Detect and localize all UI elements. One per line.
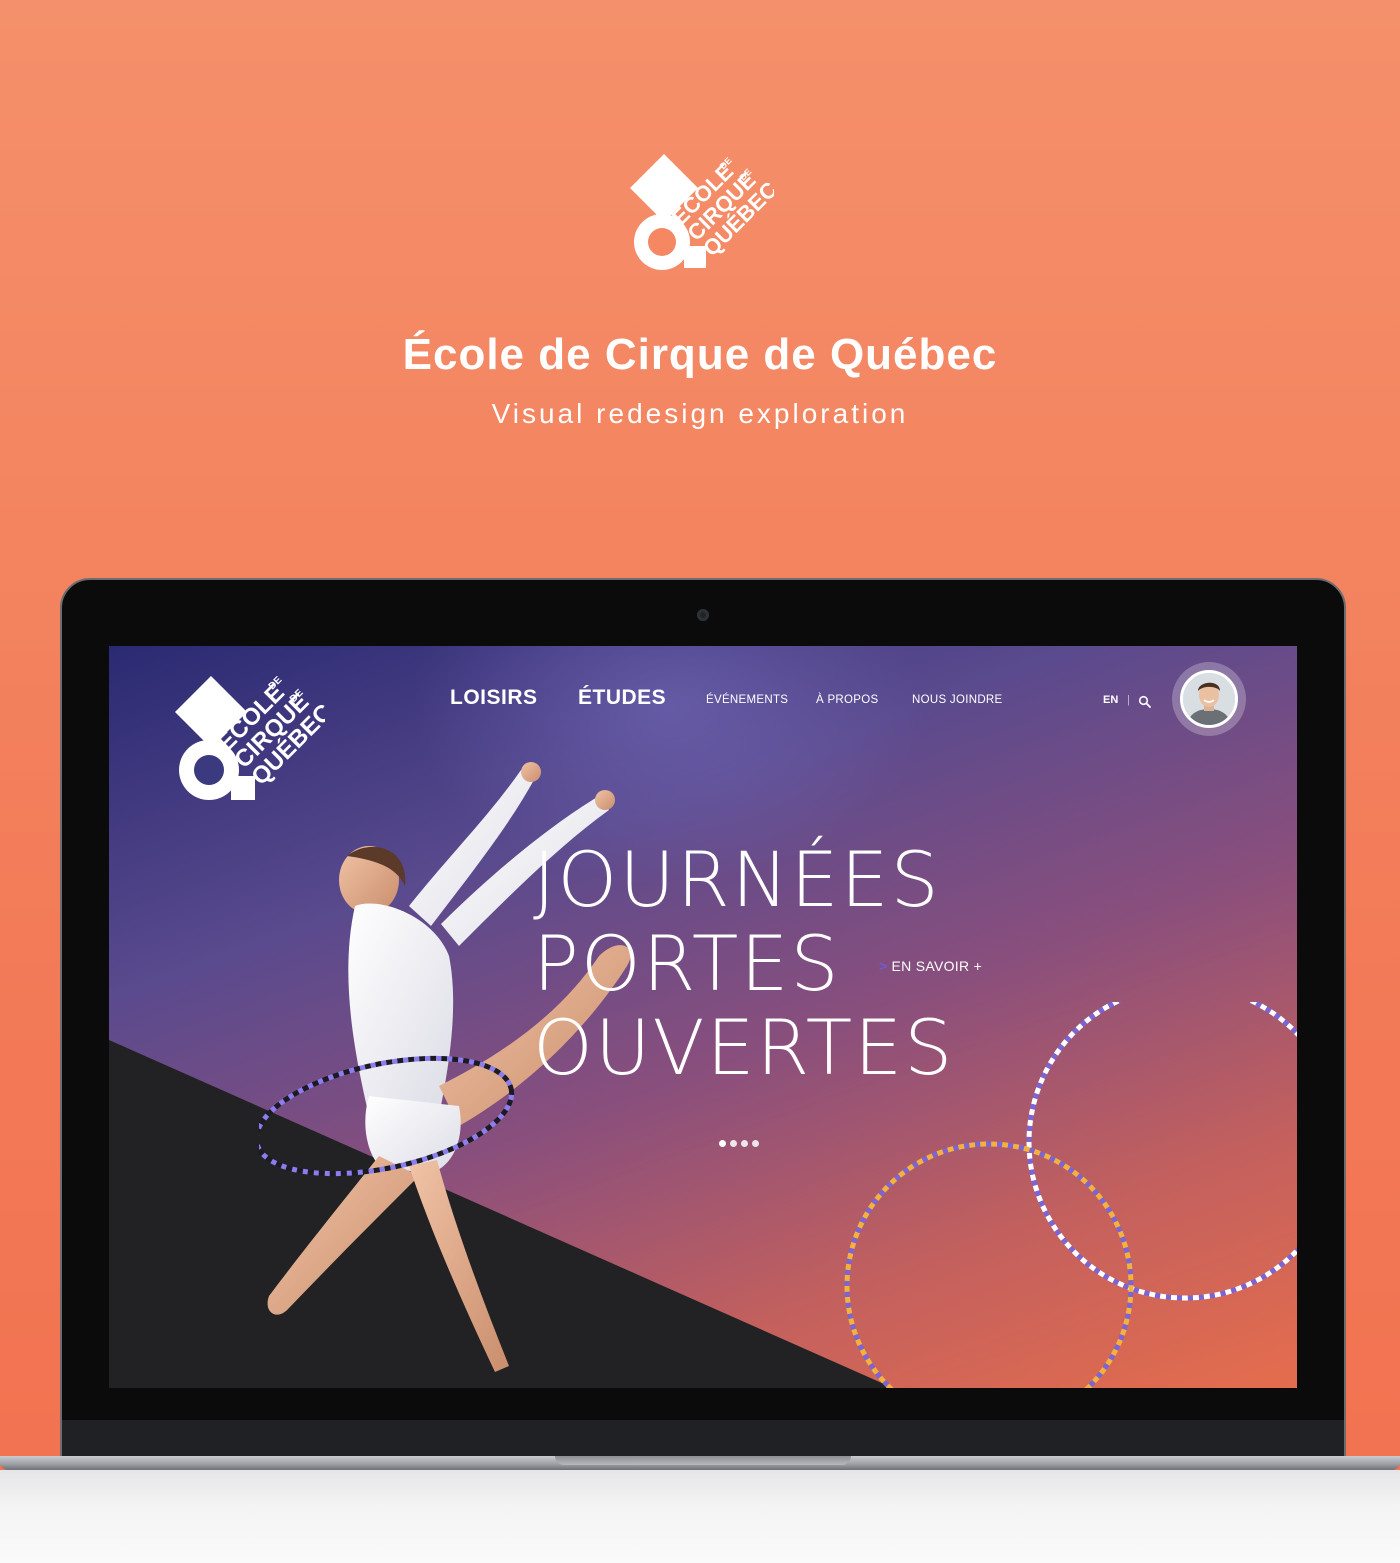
floor [0, 1470, 1400, 1563]
camera-icon [697, 609, 709, 621]
language-toggle[interactable]: EN [1103, 694, 1118, 706]
page-subtitle: Visual redesign exploration [491, 398, 909, 429]
carousel-dot-2[interactable] [730, 1140, 737, 1147]
nav-nous-joindre[interactable]: NOUS JOINDRE [912, 694, 1003, 706]
chevron-right-icon: > [879, 958, 888, 974]
laptop-notch [555, 1456, 851, 1465]
hero-line-1: JOURNÉES [533, 835, 941, 924]
nav-separator: | [1127, 694, 1130, 706]
page-title: École de Cirque de Québec [402, 330, 998, 379]
learn-more-link[interactable]: > EN SAVOIR + [879, 958, 982, 974]
nav-evenements[interactable]: ÉVÉNEMENTS [706, 694, 788, 706]
carousel-dot-1[interactable] [719, 1140, 726, 1147]
laptop-chin [62, 1420, 1344, 1456]
brand-logo: ÉCOLE DE CIRQUE DE QUÉBEC [630, 154, 774, 270]
hero-line-2: PORTES [533, 919, 841, 1008]
carousel-dot-3[interactable] [741, 1140, 748, 1147]
decorative-hoops [844, 1002, 1297, 1388]
user-avatar[interactable] [1180, 670, 1238, 728]
nav-a-propos[interactable]: À PROPOS [816, 694, 878, 706]
carousel-pagination [719, 1140, 759, 1147]
search-icon[interactable] [1138, 695, 1151, 708]
nav-loisirs[interactable]: LOISIRS [450, 686, 538, 710]
website-screen: ÉCOLE DE CIRQUE DE QUÉBEC LOISIRS ÉTUDES… [109, 646, 1297, 1388]
nav-etudes[interactable]: ÉTUDES [578, 686, 666, 710]
carousel-dot-4[interactable] [752, 1140, 759, 1147]
learn-more-label: EN SAVOIR + [891, 958, 983, 974]
